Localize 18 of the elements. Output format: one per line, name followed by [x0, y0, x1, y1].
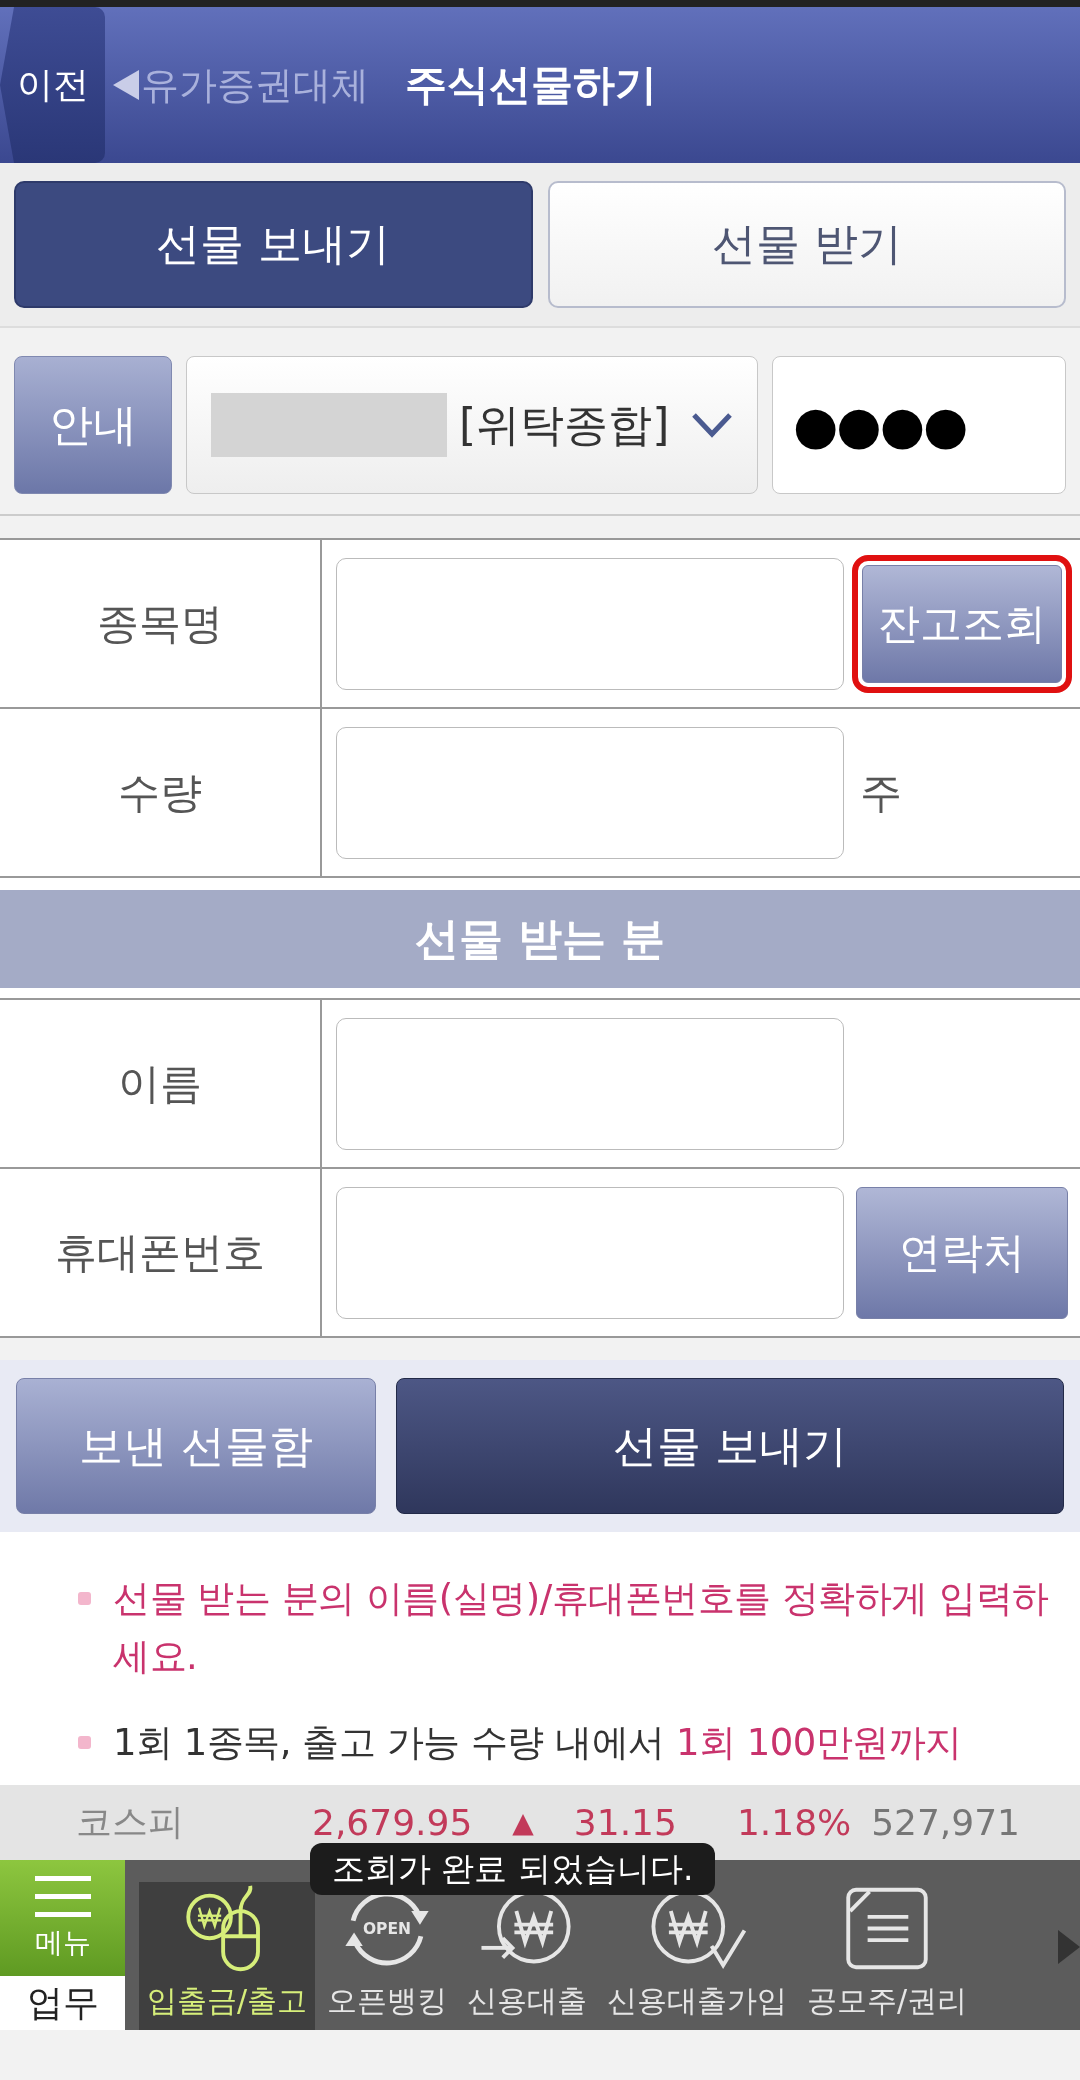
page-title: 주식선물하기	[405, 59, 657, 111]
notice-text: 1회 1종목, 출고 가능 수량 내에서 1회 100만원까지	[113, 1720, 962, 1766]
account-type: [위탁종합]	[459, 397, 670, 452]
index-name: 코스피	[76, 1800, 184, 1844]
section-heading: 선물 받는 분	[0, 890, 1080, 988]
unit-label: 주	[860, 766, 902, 819]
field-label: 휴대폰번호	[0, 1169, 322, 1336]
trade-volume: 527,971	[871, 1802, 1020, 1843]
status-toast: 조회가 완료 되었습니다.	[310, 1843, 716, 1895]
field-label: 종목명	[0, 540, 322, 707]
change-rate: 1.18%	[736, 1802, 852, 1843]
notice-text: 선물 받는 분의 이름(실명)/휴대폰번호를 정확하게 입력하세요.	[113, 1576, 1050, 1680]
field-label: 이름	[0, 1000, 322, 1167]
up-mark: ▲	[512, 1806, 534, 1839]
index-change: 31.15	[573, 1802, 677, 1843]
section-label: 업무	[0, 1976, 125, 2030]
field-label: 수량	[0, 709, 322, 876]
index-value: 2,679.95	[312, 1802, 473, 1843]
